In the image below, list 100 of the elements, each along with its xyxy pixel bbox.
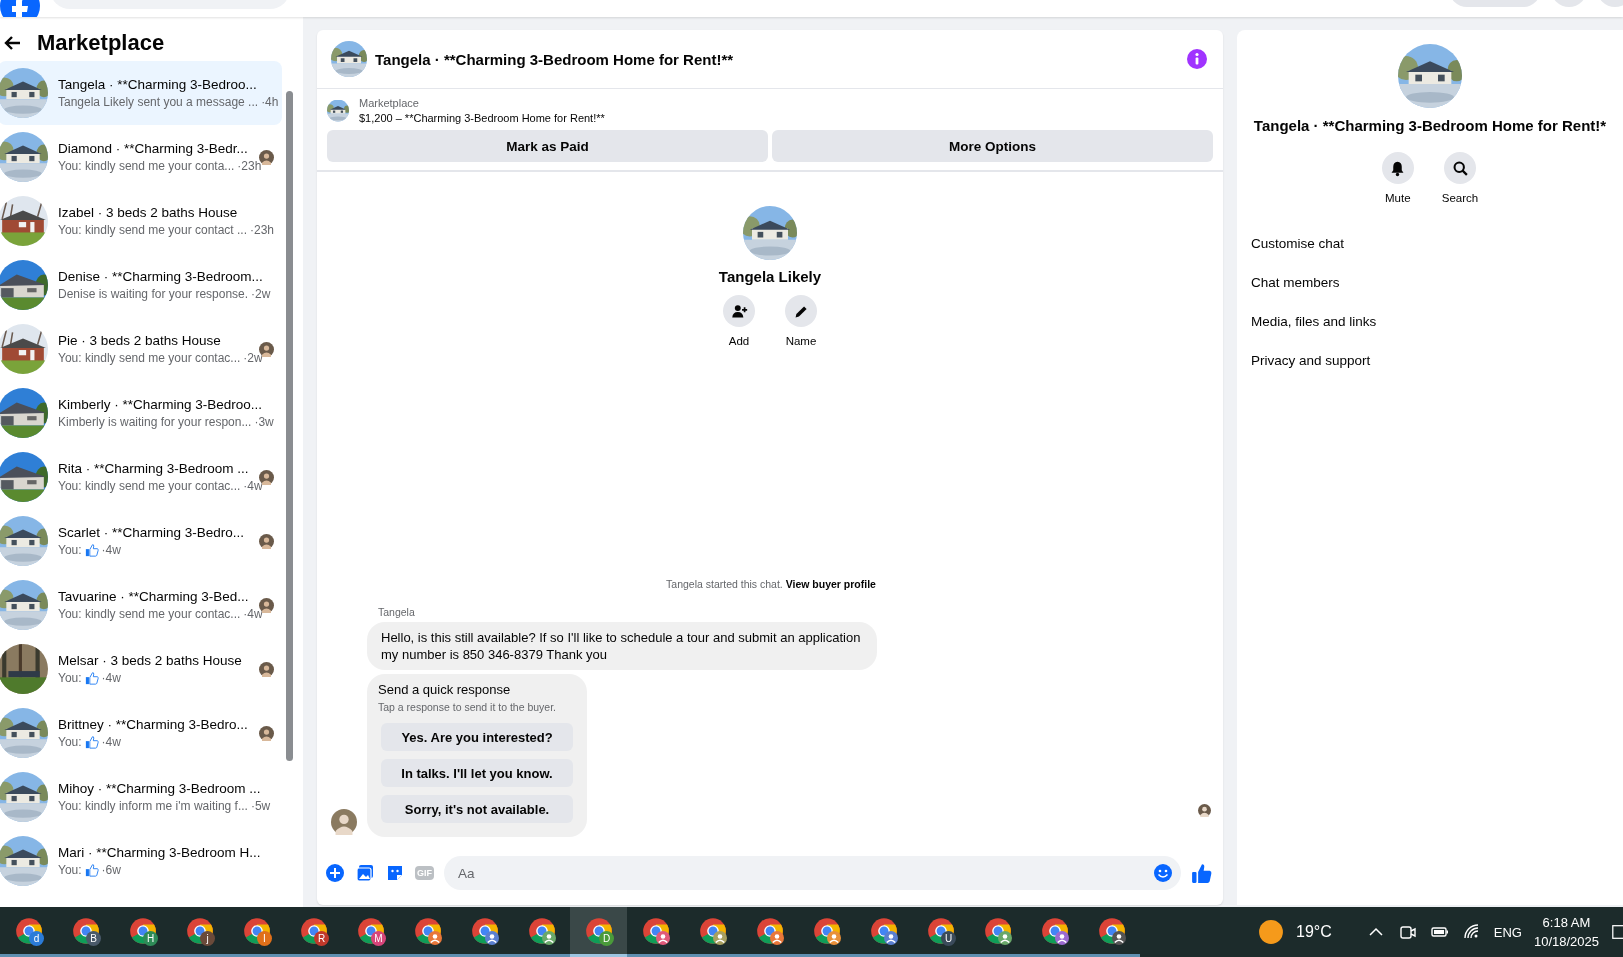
conversation-title: Melsar · 3 beds 2 baths House bbox=[58, 653, 243, 668]
emoji-icon[interactable] bbox=[1153, 863, 1173, 883]
action-label: Name bbox=[785, 335, 817, 347]
message-preview: You: kindly send me your contac... bbox=[58, 479, 241, 493]
quick-response-title: Send a quick response bbox=[378, 682, 512, 697]
conversation-item[interactable]: Scarlet · **Charming 3-Bedro... You: ·4w bbox=[0, 509, 282, 573]
message-bubble: Hello, is this still available? If so I'll like to schedule a tour and submit an application my number is 850 346-8379 Thank you bbox=[367, 622, 877, 670]
conversation-title: Denise · **Charming 3-Bedroom... bbox=[58, 269, 264, 284]
temperature[interactable]: 19°C bbox=[1296, 923, 1332, 941]
menu-item[interactable]: Chat members bbox=[1251, 275, 1623, 290]
profile-badge: B bbox=[86, 931, 101, 946]
sidebar-title: Marketplace bbox=[37, 30, 165, 56]
conversation-item[interactable]: Melsar · 3 beds 2 baths House You: ·4w bbox=[0, 637, 282, 701]
quick-response-button[interactable]: Yes. Are you interested? bbox=[381, 723, 573, 751]
quick-response-button[interactable]: Sorry, it's not available. bbox=[381, 795, 573, 823]
plus-icon[interactable] bbox=[325, 863, 345, 883]
message-preview: You: bbox=[58, 671, 82, 685]
quick-response-button[interactable]: In talks. I'll let you know. bbox=[381, 759, 573, 787]
conversation-item[interactable]: Mihoy · **Charming 3-Bedroom ... You: kindly inform me i'm waiting f... ·5w bbox=[0, 765, 282, 829]
add-person-button[interactable] bbox=[723, 295, 755, 327]
avatar-icon bbox=[1198, 804, 1211, 817]
chat-title: Tangela · **Charming 3-Bedroom Home for Rent!** bbox=[375, 50, 735, 68]
conversation-title: Mihoy · **Charming 3-Bedroom ... bbox=[58, 781, 262, 796]
profile-badge: M bbox=[371, 931, 386, 946]
profile-badge: H bbox=[143, 931, 158, 946]
sticker-icon[interactable] bbox=[385, 863, 405, 883]
message-field[interactable]: Aa bbox=[444, 856, 1181, 890]
profile-badge: U bbox=[941, 931, 956, 946]
conversation-title: Kimberly · **Charming 3-Bedroo... bbox=[58, 397, 264, 412]
search-button[interactable] bbox=[1444, 152, 1476, 184]
quick-response-hint: Tap a response to send it to the buyer. bbox=[378, 701, 558, 713]
message-time: ·4w bbox=[101, 735, 121, 749]
conversation-item[interactable]: Denise · **Charming 3-Bedroom... Denise is waiting for your response. ·2w bbox=[0, 253, 282, 317]
clock-date[interactable]: 10/18/2025 bbox=[1533, 932, 1599, 951]
message-time: ·4h bbox=[261, 95, 279, 109]
message-time: ·4w bbox=[243, 607, 263, 621]
listing-title[interactable]: $1,200 – **Charming 3-Bedroom Home for Rent!** bbox=[359, 112, 605, 124]
conversation-item[interactable]: Izabel · 3 beds 2 baths House You: kindly send me your contact ... ·23h bbox=[0, 189, 282, 253]
profile-name: Tangela Likely bbox=[718, 268, 822, 285]
message-preview: You: bbox=[58, 863, 82, 877]
conversation-item[interactable]: Tavuarine · **Charming 3-Bed... You: kindly send me your contac... ·4w bbox=[0, 573, 282, 637]
thumbs-up-icon[interactable] bbox=[1191, 862, 1213, 884]
conversation-item[interactable]: Mari · **Charming 3-Bedroom H... You: ·6w bbox=[0, 829, 282, 893]
listing-button[interactable]: Mark as Paid bbox=[327, 130, 768, 162]
conversation-title: Mari · **Charming 3-Bedroom H... bbox=[58, 845, 262, 860]
conversation-item[interactable]: Tangela · **Charming 3-Bedroo... Tangela Likely sent you a message ... ·4h bbox=[0, 61, 282, 125]
menu-item[interactable]: Customise chat bbox=[1251, 236, 1623, 251]
message-preview: You: bbox=[58, 735, 82, 749]
message-preview: Kimberly is waiting for your respon... bbox=[58, 415, 252, 429]
mute-button[interactable] bbox=[1381, 152, 1414, 184]
listing-label: Marketplace bbox=[359, 97, 420, 109]
message-time: ·5w bbox=[250, 799, 271, 813]
conversation-title: Tangela · **Charming 3-Bedroo... bbox=[58, 77, 258, 92]
conversation-item[interactable]: Kimberly · **Charming 3-Bedroo... Kimberly is waiting for your respon... ·3w bbox=[0, 381, 282, 445]
avatar-icon bbox=[331, 809, 357, 835]
menu-item[interactable]: Privacy and support bbox=[1251, 353, 1623, 368]
listing-button[interactable]: More Options bbox=[772, 130, 1213, 162]
taskbar-app[interactable]: d bbox=[0, 907, 57, 957]
conversation-title: Brittney · **Charming 3-Bedro... bbox=[58, 717, 249, 732]
language-indicator[interactable]: ENG bbox=[1493, 924, 1522, 940]
image-icon[interactable] bbox=[355, 863, 375, 883]
taskbar-app[interactable]: B bbox=[57, 907, 114, 957]
taskbar-app[interactable]: H bbox=[114, 907, 171, 957]
chat-start-note: Tangela started this chat. View buyer profile bbox=[666, 578, 876, 590]
taskbar-app[interactable]: j bbox=[171, 907, 228, 957]
conversation-title: Tavuarine · **Charming 3-Bed... bbox=[58, 589, 249, 604]
taskbar-app[interactable]: D bbox=[570, 907, 627, 957]
action-label: Mute bbox=[1385, 192, 1411, 204]
profile-badge: R bbox=[314, 931, 329, 946]
message-time: ·2w bbox=[243, 351, 263, 365]
buyer-profile-link[interactable]: View buyer profile bbox=[785, 578, 876, 590]
message-preview: Tangela Likely sent you a message ... bbox=[58, 95, 259, 109]
clock-time[interactable]: 6:18 AM bbox=[1542, 913, 1591, 932]
message-time: ·23h bbox=[250, 223, 275, 237]
message-time: ·4w bbox=[101, 543, 121, 557]
taskbar-app[interactable]: M bbox=[342, 907, 399, 957]
conversation-item[interactable]: Rita · **Charming 3-Bedroom ... You: kindly send me your contac... ·4w bbox=[0, 445, 282, 509]
message-preview: You: kindly inform me i'm waiting f... bbox=[58, 799, 248, 813]
search-icon bbox=[1451, 159, 1469, 177]
conversation-title: Scarlet · **Charming 3-Bedro... bbox=[58, 525, 246, 540]
conversation-title: Rita · **Charming 3-Bedroom ... bbox=[58, 461, 249, 476]
conversation-title: Pie · 3 beds 2 baths House bbox=[58, 333, 222, 348]
menu-item[interactable]: Media, files and links bbox=[1251, 314, 1623, 329]
taskbar-app[interactable]: R bbox=[285, 907, 342, 957]
weather-icon[interactable] bbox=[1258, 919, 1284, 945]
message-time: ·23h bbox=[237, 159, 262, 173]
profile-badge: D bbox=[599, 931, 614, 946]
info-icon[interactable] bbox=[1187, 49, 1207, 69]
conversation-item[interactable]: Pie · 3 beds 2 baths House You: kindly send me your contac... ·2w bbox=[0, 317, 282, 381]
conversation-item[interactable]: Diamond · **Charming 3-Bedr... You: kindly send me your conta... ·23h bbox=[0, 125, 282, 189]
profile-badge: I bbox=[257, 931, 272, 946]
message-preview: Denise is waiting for your response. bbox=[58, 287, 249, 301]
message-time: ·6w bbox=[101, 863, 121, 877]
sender-name: Tangela bbox=[378, 606, 415, 618]
message-preview: You: kindly send me your contac... bbox=[58, 607, 241, 621]
message-time: ·4w bbox=[243, 479, 263, 493]
conversation-item[interactable]: Brittney · **Charming 3-Bedro... You: ·4w bbox=[0, 701, 282, 765]
conversation-title: Izabel · 3 beds 2 baths House bbox=[58, 205, 239, 220]
edit-name-button[interactable] bbox=[785, 295, 817, 327]
taskbar-app[interactable]: U bbox=[912, 907, 969, 957]
